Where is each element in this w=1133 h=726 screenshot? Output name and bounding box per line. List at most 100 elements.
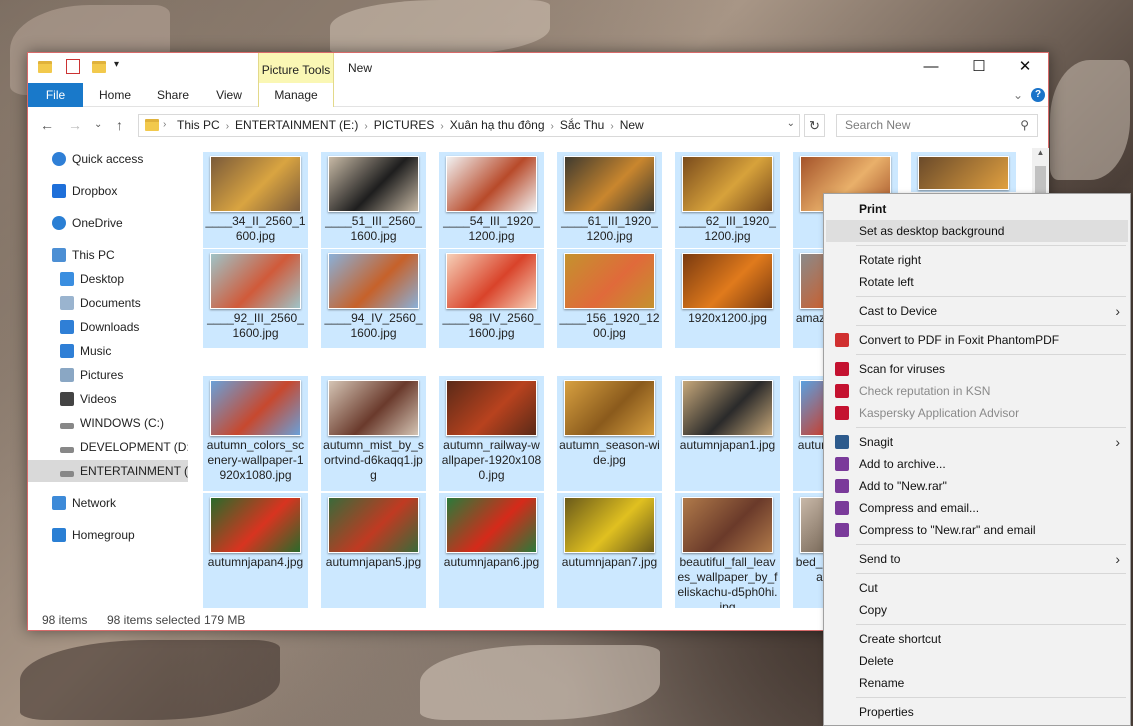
nav-item-this-pc[interactable]: This PC bbox=[28, 244, 188, 266]
help-icon[interactable]: ? bbox=[1031, 88, 1045, 102]
chevron-right-icon[interactable]: › bbox=[226, 121, 229, 132]
tab-manage[interactable]: Manage bbox=[258, 83, 334, 107]
chevron-right-icon[interactable]: › bbox=[610, 121, 613, 132]
chevron-down-icon[interactable]: ▾ bbox=[114, 59, 119, 70]
menu-item-scan-for-viruses[interactable]: Scan for viruses bbox=[826, 358, 1128, 380]
minimize-button[interactable]: — bbox=[908, 53, 954, 83]
menu-item-cut[interactable]: Cut bbox=[826, 577, 1128, 599]
nav-item-quick-access[interactable]: Quick access bbox=[28, 148, 188, 170]
menu-item-compress-and-email[interactable]: Compress and email... bbox=[826, 497, 1128, 519]
search-icon[interactable]: ⚲ bbox=[1020, 115, 1029, 136]
menu-item-add-to-new-rar[interactable]: Add to "New.rar" bbox=[826, 475, 1128, 497]
nav-item-pictures[interactable]: Pictures bbox=[28, 364, 188, 386]
breadcrumb-item[interactable]: ENTERTAINMENT (E:) bbox=[235, 118, 358, 132]
file-item[interactable]: ____92_III_2560_1600.jpg bbox=[203, 249, 308, 348]
menu-item-label: Add to "New.rar" bbox=[859, 479, 947, 493]
nav-item-downloads[interactable]: Downloads bbox=[28, 316, 188, 338]
menu-item-copy[interactable]: Copy bbox=[826, 599, 1128, 621]
file-item[interactable]: ____94_IV_2560_1600.jpg bbox=[321, 249, 426, 348]
up-icon[interactable]: ↑ bbox=[116, 117, 123, 133]
ribbon-collapse-icon[interactable]: ⌄ bbox=[1010, 83, 1026, 107]
nav-item-dropbox[interactable]: Dropbox bbox=[28, 180, 188, 202]
menu-item-delete[interactable]: Delete bbox=[826, 650, 1128, 672]
refresh-button[interactable]: ↻ bbox=[804, 114, 825, 137]
nav-item-homegroup[interactable]: Homegroup bbox=[28, 524, 188, 546]
file-item[interactable]: ____98_IV_2560_1600.jpg bbox=[439, 249, 544, 348]
address-bar[interactable]: › This PC › ENTERTAINMENT (E:) › PICTURES › Xu… bbox=[138, 114, 800, 137]
nav-item-documents[interactable]: Documents bbox=[28, 292, 188, 314]
nav-item-windows-c[interactable]: WINDOWS (C:) bbox=[28, 412, 188, 434]
file-item[interactable]: autumn_colors_scenery-wallpaper-1920x108… bbox=[203, 376, 308, 491]
nav-item-development-d[interactable]: DEVELOPMENT (D:) bbox=[28, 436, 188, 458]
menu-item-label: Print bbox=[859, 202, 887, 216]
close-button[interactable]: ✕ bbox=[1002, 53, 1048, 83]
back-icon[interactable]: ← bbox=[40, 117, 54, 133]
breadcrumb-item[interactable]: This PC bbox=[177, 118, 220, 132]
scroll-up-icon[interactable]: ▲ bbox=[1032, 148, 1049, 162]
search-input[interactable]: Search New ⚲ bbox=[836, 114, 1038, 137]
menu-item-snagit[interactable]: Snagit › bbox=[826, 431, 1128, 453]
folder-icon bbox=[145, 119, 159, 131]
tab-file[interactable]: File bbox=[28, 83, 83, 107]
file-item[interactable] bbox=[911, 152, 1016, 192]
menu-item-send-to[interactable]: Send to › bbox=[826, 548, 1128, 570]
file-item[interactable]: autumnjapan5.jpg bbox=[321, 493, 426, 608]
menu-item-set-as-desktop-background[interactable]: Set as desktop background bbox=[826, 220, 1128, 242]
file-name: ____92_III_2560_1600.jpg bbox=[207, 311, 304, 340]
recent-locations-icon[interactable]: ⌄ bbox=[94, 119, 102, 130]
chevron-right-icon[interactable]: › bbox=[364, 121, 367, 132]
file-item[interactable]: ____62_III_1920_1200.jpg bbox=[675, 152, 780, 248]
image-thumbnail bbox=[210, 253, 301, 309]
file-item[interactable]: ____61_III_1920_1200.jpg bbox=[557, 152, 662, 248]
chevron-right-icon[interactable]: › bbox=[440, 121, 443, 132]
nav-item-network[interactable]: Network bbox=[28, 492, 188, 514]
properties-icon[interactable] bbox=[66, 59, 80, 74]
menu-item-properties[interactable]: Properties bbox=[826, 701, 1128, 723]
title-bar: ▾ Picture Tools New — ☐ ✕ bbox=[28, 53, 1048, 83]
file-item[interactable]: ____34_II_2560_1600.jpg bbox=[203, 152, 308, 248]
file-item[interactable]: autumn_mist_by_sortvind-d6kaqq1.jpg bbox=[321, 376, 426, 491]
music-icon bbox=[60, 344, 74, 358]
menu-item-print[interactable]: Print bbox=[826, 198, 1128, 220]
nav-item-entertainment-e[interactable]: ENTERTAINMENT (E:) bbox=[28, 460, 188, 482]
breadcrumb-item[interactable]: Sắc Thu bbox=[560, 118, 604, 132]
forward-icon[interactable]: → bbox=[68, 117, 82, 133]
menu-item-create-shortcut[interactable]: Create shortcut bbox=[826, 628, 1128, 650]
kaspersky-icon bbox=[835, 384, 849, 398]
nav-item-desktop[interactable]: Desktop bbox=[28, 268, 188, 290]
tab-view[interactable]: View bbox=[204, 83, 254, 107]
file-item[interactable]: autumn_season-wide.jpg bbox=[557, 376, 662, 491]
file-item[interactable]: beautiful_fall_leaves_wallpaper_by_felis… bbox=[675, 493, 780, 608]
menu-item-compress-to-new-rar-and-email[interactable]: Compress to "New.rar" and email bbox=[826, 519, 1128, 541]
menu-item-rotate-left[interactable]: Rotate left bbox=[826, 271, 1128, 293]
file-name: ____94_IV_2560_1600.jpg bbox=[324, 311, 423, 340]
file-item[interactable]: autumnjapan6.jpg bbox=[439, 493, 544, 608]
file-item[interactable]: 1920x1200.jpg bbox=[675, 249, 780, 348]
menu-item-rotate-right[interactable]: Rotate right bbox=[826, 249, 1128, 271]
tab-share[interactable]: Share bbox=[148, 83, 198, 107]
file-item[interactable]: ____54_III_1920_1200.jpg bbox=[439, 152, 544, 248]
file-name: ____54_III_1920_1200.jpg bbox=[443, 214, 540, 243]
chevron-down-icon[interactable]: ⌄ bbox=[787, 118, 795, 129]
breadcrumb-item[interactable]: PICTURES bbox=[374, 118, 435, 132]
breadcrumb-item[interactable]: New bbox=[620, 118, 644, 132]
nav-item-videos[interactable]: Videos bbox=[28, 388, 188, 410]
nav-item-music[interactable]: Music bbox=[28, 340, 188, 362]
file-item[interactable]: autumn_railway-wallpaper-1920x1080.jpg bbox=[439, 376, 544, 491]
file-item[interactable]: autumnjapan4.jpg bbox=[203, 493, 308, 608]
file-item[interactable]: autumnjapan1.jpg bbox=[675, 376, 780, 491]
file-item[interactable]: ____51_III_2560_1600.jpg bbox=[321, 152, 426, 248]
menu-item-convert-to-pdf-in-foxit-phantompdf[interactable]: Convert to PDF in Foxit PhantomPDF bbox=[826, 329, 1128, 351]
nav-item-onedrive[interactable]: OneDrive bbox=[28, 212, 188, 234]
breadcrumb-item[interactable]: Xuân hạ thu đông bbox=[450, 118, 545, 132]
file-item[interactable]: autumnjapan7.jpg bbox=[557, 493, 662, 608]
maximize-button[interactable]: ☐ bbox=[956, 53, 1002, 83]
new-folder-icon[interactable] bbox=[92, 61, 106, 73]
tab-home[interactable]: Home bbox=[90, 83, 140, 107]
menu-item-add-to-archive[interactable]: Add to archive... bbox=[826, 453, 1128, 475]
file-item[interactable]: ____156_1920_1200.jpg bbox=[557, 249, 662, 348]
videos-icon bbox=[60, 392, 74, 406]
chevron-right-icon[interactable]: › bbox=[551, 121, 554, 132]
menu-item-rename[interactable]: Rename bbox=[826, 672, 1128, 694]
menu-item-cast-to-device[interactable]: Cast to Device › bbox=[826, 300, 1128, 322]
